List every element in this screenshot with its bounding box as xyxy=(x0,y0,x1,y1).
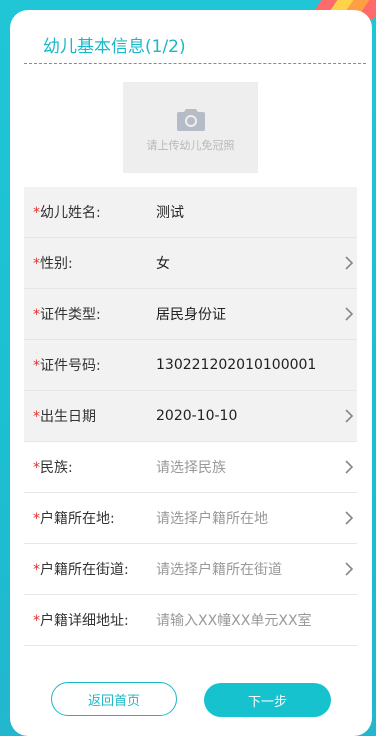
field-label: *户籍所在街道: xyxy=(33,559,129,579)
field-value[interactable]: 130221202010100001 xyxy=(156,357,316,373)
chevron-right-icon xyxy=(345,562,354,576)
title-divider xyxy=(24,63,366,64)
field-placeholder[interactable]: 请输入XX幢XX单元XX室 xyxy=(156,610,312,630)
field-label: *幼儿姓名: xyxy=(33,202,101,222)
field-row-ethnicity[interactable]: *民族: 请选择民族 xyxy=(24,442,357,493)
field-label-text: 户籍所在地: xyxy=(40,511,115,527)
field-label-text: 民族: xyxy=(40,460,73,476)
required-mark: * xyxy=(33,562,40,578)
field-value[interactable]: 测试 xyxy=(156,202,184,222)
chevron-right-icon xyxy=(345,256,354,270)
field-label: *出生日期 xyxy=(33,406,96,426)
field-row-id-number[interactable]: *证件号码: 130221202010100001 xyxy=(24,340,357,391)
field-row-household-location[interactable]: *户籍所在地: 请选择户籍所在地 xyxy=(24,493,357,544)
photo-upload-hint: 请上传幼儿免冠照 xyxy=(146,138,235,152)
field-row-household-street[interactable]: *户籍所在街道: 请选择户籍所在街道 xyxy=(24,544,357,595)
field-label-text: 户籍详细地址: xyxy=(40,613,129,629)
field-label: *户籍所在地: xyxy=(33,508,115,528)
required-mark: * xyxy=(33,307,40,323)
field-row-birth-date[interactable]: *出生日期 2020-10-10 xyxy=(24,391,357,442)
page-title: 幼儿基本信息(1/2) xyxy=(43,37,186,57)
field-label-text: 幼儿姓名: xyxy=(40,205,101,221)
required-mark: * xyxy=(33,205,40,221)
field-label: *证件类型: xyxy=(33,304,101,324)
photo-upload[interactable]: 请上传幼儿免冠照 xyxy=(123,82,258,173)
field-row-id-type[interactable]: *证件类型: 居民身份证 xyxy=(24,289,357,340)
chevron-right-icon xyxy=(345,409,354,423)
field-label-text: 性别: xyxy=(40,256,73,272)
field-value[interactable]: 居民身份证 xyxy=(156,304,226,324)
field-placeholder[interactable]: 请选择户籍所在街道 xyxy=(156,559,282,579)
required-mark: * xyxy=(33,256,40,272)
field-value[interactable]: 女 xyxy=(156,253,170,273)
camera-icon xyxy=(176,108,205,131)
required-mark: * xyxy=(33,613,40,629)
required-mark: * xyxy=(33,511,40,527)
field-row-child-name[interactable]: *幼儿姓名: 测试 xyxy=(24,187,357,238)
field-label: *民族: xyxy=(33,457,73,477)
required-mark: * xyxy=(33,409,40,425)
required-mark: * xyxy=(33,358,40,374)
field-row-household-address[interactable]: *户籍详细地址: 请输入XX幢XX单元XX室 xyxy=(24,595,357,646)
field-label: *证件号码: xyxy=(33,355,101,375)
chevron-right-icon xyxy=(345,511,354,525)
field-placeholder[interactable]: 请选择户籍所在地 xyxy=(156,508,268,528)
field-label: *户籍详细地址: xyxy=(33,610,129,630)
field-row-gender[interactable]: *性别: 女 xyxy=(24,238,357,289)
field-label: *性别: xyxy=(33,253,73,273)
next-step-button[interactable]: 下一步 xyxy=(204,683,331,717)
back-home-button[interactable]: 返回首页 xyxy=(51,682,177,716)
chevron-right-icon xyxy=(345,307,354,321)
field-label-text: 出生日期 xyxy=(40,409,96,425)
form-fields: *幼儿姓名: 测试 *性别: 女 *证件类型: 居民身份证 *证件号码: 1302212020… xyxy=(24,187,357,646)
field-label-text: 证件类型: xyxy=(40,307,101,323)
required-mark: * xyxy=(33,460,40,476)
field-value[interactable]: 2020-10-10 xyxy=(156,408,237,424)
field-label-text: 户籍所在街道: xyxy=(40,562,129,578)
chevron-right-icon xyxy=(345,460,354,474)
field-label-text: 证件号码: xyxy=(40,358,101,374)
form-card: 幼儿基本信息(1/2) 请上传幼儿免冠照 *幼儿姓名: 测试 *性别: 女 *证件类型:… xyxy=(10,10,372,736)
field-placeholder[interactable]: 请选择民族 xyxy=(156,457,226,477)
